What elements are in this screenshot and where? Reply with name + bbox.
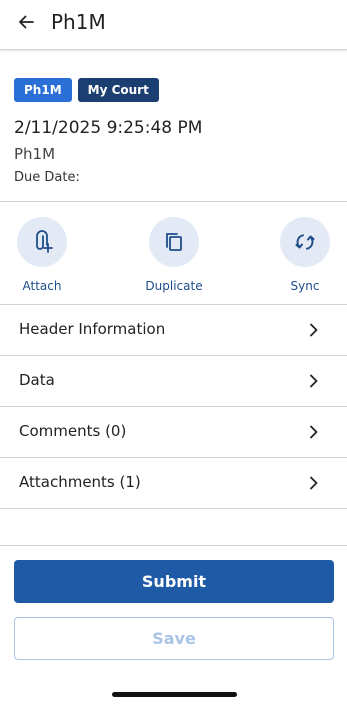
back-arrow-icon bbox=[19, 15, 34, 29]
sync-icon bbox=[295, 234, 315, 250]
sync-button[interactable] bbox=[280, 217, 330, 267]
sync-label: Sync bbox=[290, 279, 320, 293]
tag-badge: My Court bbox=[77, 78, 159, 102]
submit-button[interactable]: Submit bbox=[14, 560, 334, 603]
app-bar: Ph1M bbox=[0, 0, 347, 50]
record-datetime: 2/11/2025 9:25:48 PM bbox=[14, 118, 203, 138]
menu-item-data[interactable]: Data bbox=[0, 356, 347, 407]
attach-action[interactable]: Attach bbox=[7, 217, 77, 293]
sync-action[interactable]: Sync bbox=[270, 217, 340, 293]
attach-label: Attach bbox=[22, 279, 62, 293]
chevron-right-icon bbox=[307, 322, 321, 338]
menu-item-attachments[interactable]: Attachments (1) bbox=[0, 458, 347, 509]
chevron-right-icon bbox=[307, 475, 321, 491]
menu-item-label: Data bbox=[19, 371, 55, 389]
menu-item-label: Header Information bbox=[19, 320, 166, 338]
attach-icon bbox=[36, 230, 53, 253]
menu-item-label: Attachments (1) bbox=[19, 473, 141, 491]
record-subtitle: Ph1M bbox=[14, 145, 56, 163]
record-summary: Ph1M My Court 2/11/2025 9:25:48 PM Ph1M … bbox=[0, 51, 347, 201]
duplicate-button[interactable] bbox=[149, 217, 199, 267]
action-bar: Attach Duplicate Sync bbox=[0, 202, 347, 304]
tag-list: Ph1M My Court bbox=[14, 78, 159, 102]
chevron-right-icon bbox=[307, 373, 321, 389]
duplicate-icon bbox=[166, 233, 182, 251]
home-indicator[interactable] bbox=[112, 692, 237, 697]
duplicate-label: Duplicate bbox=[145, 279, 203, 293]
save-button[interactable]: Save bbox=[14, 617, 334, 660]
section-menu: Header Information Data Comments (0) Att… bbox=[0, 305, 347, 509]
page-title: Ph1M bbox=[51, 10, 106, 34]
menu-item-header-information[interactable]: Header Information bbox=[0, 305, 347, 356]
tag-badge: Ph1M bbox=[14, 78, 72, 102]
due-date-label: Due Date: bbox=[14, 170, 80, 185]
chevron-right-icon bbox=[307, 424, 321, 440]
menu-item-label: Comments (0) bbox=[19, 422, 127, 440]
attach-button[interactable] bbox=[17, 217, 67, 267]
duplicate-action[interactable]: Duplicate bbox=[139, 217, 209, 293]
divider bbox=[0, 545, 347, 546]
back-button[interactable] bbox=[14, 10, 38, 34]
menu-item-comments[interactable]: Comments (0) bbox=[0, 407, 347, 458]
